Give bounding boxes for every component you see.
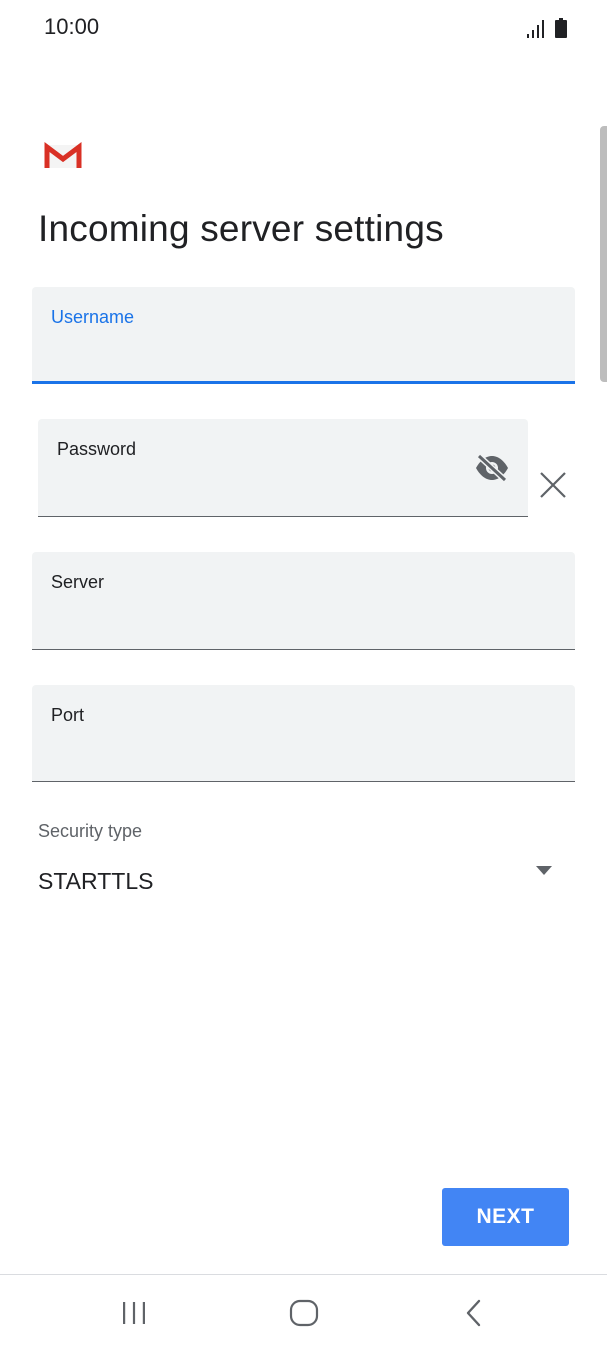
- signal-icon: [527, 20, 544, 38]
- port-field[interactable]: Port: [32, 685, 575, 782]
- home-button[interactable]: [274, 1289, 334, 1337]
- password-field[interactable]: Password: [38, 419, 528, 517]
- port-label: Port: [51, 705, 85, 725]
- status-time: 10:00: [44, 14, 100, 39]
- password-label: Password: [57, 439, 137, 459]
- server-input[interactable]: [51, 609, 556, 639]
- screen: 10:00 Incoming server settings Username …: [0, 0, 607, 1350]
- back-button[interactable]: [444, 1289, 504, 1337]
- battery-icon: [555, 18, 567, 38]
- navigation-bar: [0, 1274, 607, 1350]
- port-input[interactable]: [51, 741, 556, 771]
- username-input[interactable]: [51, 341, 556, 371]
- dropdown-arrow-icon: [536, 866, 552, 875]
- scroll-indicator[interactable]: [600, 126, 607, 382]
- next-button[interactable]: NEXT: [442, 1188, 569, 1246]
- recents-button[interactable]: [104, 1289, 164, 1337]
- status-bar: 10:00: [0, 0, 607, 56]
- home-icon: [289, 1299, 319, 1327]
- security-type-label: Security type: [38, 821, 143, 841]
- security-type-value: STARTTLS: [38, 868, 154, 894]
- visibility-off-icon: [476, 454, 508, 482]
- page-title: Incoming server settings: [38, 208, 444, 249]
- username-label: Username: [51, 307, 135, 327]
- server-field[interactable]: Server: [32, 552, 575, 650]
- gmail-logo-icon: [44, 142, 82, 168]
- security-type-dropdown[interactable]: STARTTLS: [38, 858, 568, 902]
- username-field[interactable]: Username: [32, 287, 575, 384]
- back-icon: [466, 1299, 481, 1327]
- server-label: Server: [51, 572, 105, 592]
- password-visibility-toggle[interactable]: [474, 451, 510, 485]
- password-input[interactable]: [57, 476, 458, 506]
- close-icon: [540, 472, 566, 498]
- clear-password-button[interactable]: [536, 468, 570, 502]
- recents-icon: [123, 1302, 145, 1324]
- status-icons: [527, 16, 567, 38]
